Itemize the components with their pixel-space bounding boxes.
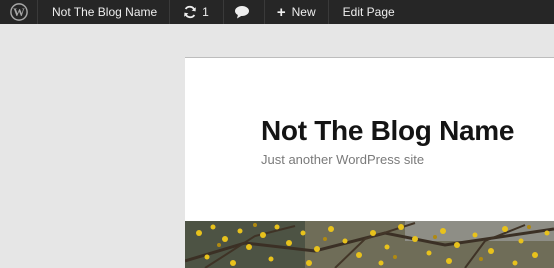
- edit-page-link[interactable]: Edit Page: [329, 0, 405, 24]
- site-page: Not The Blog Name Just another WordPress…: [185, 57, 554, 268]
- svg-text:W: W: [13, 6, 25, 19]
- site-description: Just another WordPress site: [261, 152, 425, 167]
- refresh-icon: [184, 5, 196, 19]
- new-content-menu[interactable]: + New: [265, 0, 329, 24]
- wordpress-logo-icon: W: [9, 3, 28, 21]
- comments-menu[interactable]: [224, 0, 265, 24]
- header-image: [185, 221, 554, 268]
- edit-page-label: Edit Page: [342, 5, 395, 19]
- speech-bubble-icon: [234, 6, 249, 19]
- admin-bar: W Not The Blog Name 1 + New Edit Page: [0, 0, 554, 24]
- updates-menu[interactable]: 1: [170, 0, 224, 24]
- site-name-label: Not The Blog Name: [52, 5, 158, 19]
- site-name-menu[interactable]: Not The Blog Name: [38, 0, 171, 24]
- site-title[interactable]: Not The Blog Name: [261, 114, 514, 148]
- plus-icon: +: [276, 3, 286, 21]
- new-label: New: [291, 5, 316, 19]
- wordpress-menu[interactable]: W: [0, 0, 38, 24]
- updates-count: 1: [202, 5, 209, 19]
